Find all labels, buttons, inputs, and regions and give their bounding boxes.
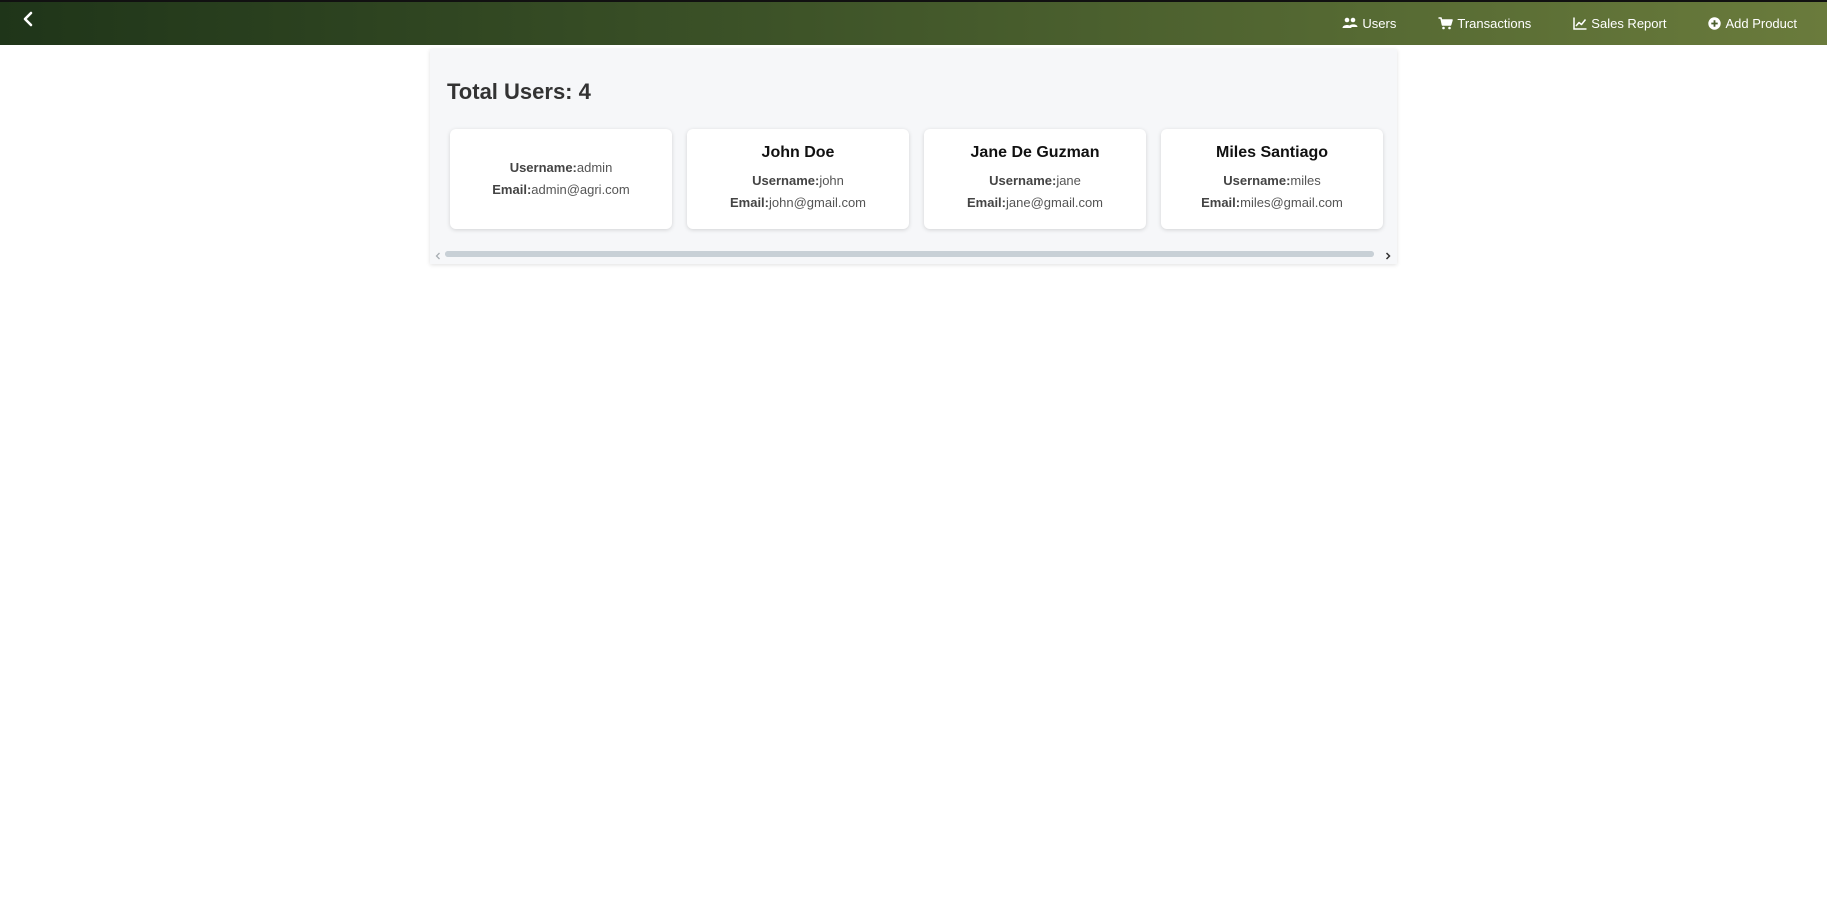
email-label: Email: bbox=[729, 195, 769, 210]
user-cards-row[interactable]: Username:admin Email:admin@agri.com John… bbox=[450, 129, 1383, 229]
username-row: Username:admin bbox=[510, 157, 613, 179]
username-row: Username:miles bbox=[1223, 170, 1321, 192]
scroll-right-arrow[interactable] bbox=[1383, 248, 1393, 260]
users-panel: Total Users: 4 Username:admin Email:admi… bbox=[430, 49, 1397, 264]
email-row: Email:john@gmail.com bbox=[730, 192, 866, 214]
email-row: Email:admin@agri.com bbox=[492, 179, 629, 201]
username-label: Username: bbox=[989, 173, 1057, 188]
email-label: Email: bbox=[492, 182, 532, 197]
line-chart-icon bbox=[1573, 17, 1587, 30]
user-name: Jane De Guzman bbox=[970, 144, 1100, 161]
email-value: john@gmail.com bbox=[769, 195, 867, 210]
username-value: jane bbox=[1056, 173, 1081, 188]
email-value: miles@gmail.com bbox=[1240, 195, 1343, 210]
nav-add-product[interactable]: Add Product bbox=[1708, 16, 1797, 31]
username-row: Username:jane bbox=[989, 170, 1081, 192]
chevron-right-icon bbox=[1385, 252, 1391, 260]
username-row: Username:john bbox=[752, 170, 844, 192]
user-card[interactable]: John Doe Username:john Email:john@gmail.… bbox=[687, 129, 909, 229]
back-button[interactable] bbox=[14, 5, 42, 33]
username-label: Username: bbox=[752, 173, 820, 188]
nav-users[interactable]: Users bbox=[1342, 16, 1396, 31]
horizontal-scrollbar[interactable] bbox=[445, 251, 1374, 257]
email-row: Email:jane@gmail.com bbox=[967, 192, 1103, 214]
main-nav: Users Transactions Sales Report Add Prod… bbox=[1342, 2, 1797, 45]
username-value: miles bbox=[1290, 173, 1321, 188]
user-card[interactable]: Username:admin Email:admin@agri.com bbox=[450, 129, 672, 229]
users-icon bbox=[1342, 17, 1358, 28]
top-navbar: Users Transactions Sales Report Add Prod… bbox=[0, 0, 1827, 45]
scrollbar-thumb[interactable] bbox=[445, 251, 1374, 257]
nav-transactions[interactable]: Transactions bbox=[1438, 16, 1531, 31]
nav-users-label: Users bbox=[1362, 16, 1397, 31]
plus-circle-icon bbox=[1708, 17, 1722, 30]
user-name: John Doe bbox=[761, 144, 835, 161]
nav-sales-report-label: Sales Report bbox=[1591, 16, 1667, 31]
user-card[interactable]: Miles Santiago Username:miles Email:mile… bbox=[1161, 129, 1383, 229]
nav-transactions-label: Transactions bbox=[1457, 16, 1532, 31]
email-value: jane@gmail.com bbox=[1006, 195, 1104, 210]
scroll-left-arrow[interactable] bbox=[433, 248, 443, 260]
email-value: admin@agri.com bbox=[531, 182, 630, 197]
user-card[interactable]: Jane De Guzman Username:jane Email:jane@… bbox=[924, 129, 1146, 229]
username-label: Username: bbox=[509, 160, 577, 175]
username-value: admin bbox=[576, 160, 613, 175]
email-label: Email: bbox=[966, 195, 1006, 210]
username-label: Username: bbox=[1223, 173, 1291, 188]
nav-add-product-label: Add Product bbox=[1725, 16, 1797, 31]
username-value: john bbox=[819, 173, 844, 188]
email-label: Email: bbox=[1201, 195, 1241, 210]
user-name: Miles Santiago bbox=[1215, 144, 1329, 161]
nav-sales-report[interactable]: Sales Report bbox=[1573, 16, 1666, 31]
email-row: Email:miles@gmail.com bbox=[1201, 192, 1343, 214]
chevron-left-icon bbox=[23, 11, 33, 27]
page-title: Total Users: 4 bbox=[447, 79, 591, 104]
chevron-left-icon bbox=[435, 252, 440, 260]
cart-icon bbox=[1438, 17, 1454, 30]
